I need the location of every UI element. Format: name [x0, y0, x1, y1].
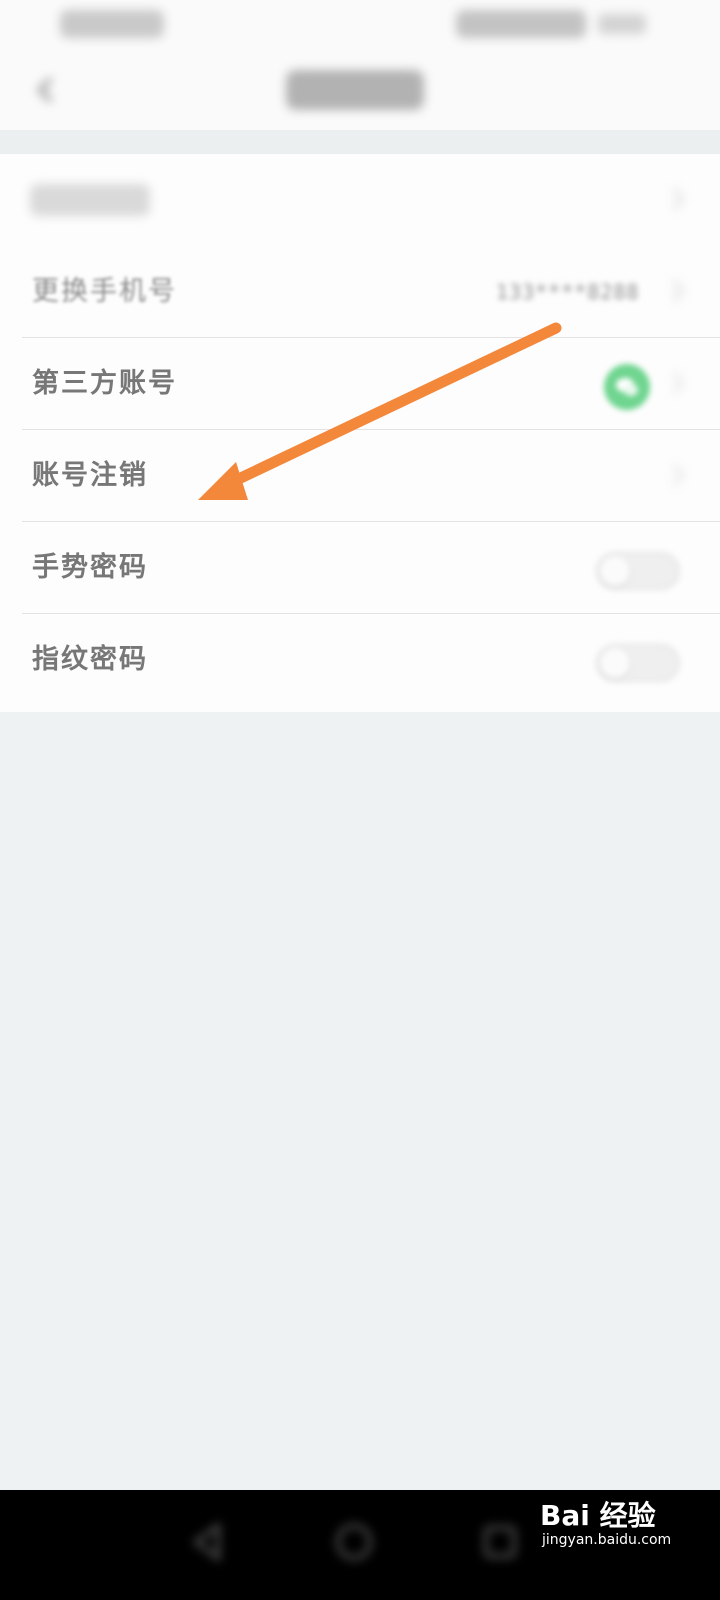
chevron-right-icon [673, 280, 684, 302]
row-account-cancellation[interactable]: 账号注销 [0, 430, 720, 522]
row-label: 手势密码 [32, 552, 148, 583]
row-label: 更换手机号 [32, 276, 177, 307]
page-title [286, 70, 424, 110]
row-third-party-account[interactable]: 第三方账号 [0, 338, 720, 430]
app-header [0, 52, 720, 130]
signal-icons [60, 10, 164, 38]
gesture-password-toggle[interactable] [596, 552, 680, 590]
toggle-knob [600, 556, 630, 586]
row-change-password[interactable] [0, 154, 720, 246]
system-icons [456, 10, 586, 38]
baidu-jingyan-watermark: Bai 经验 jingyan.baidu.com [540, 1492, 710, 1552]
fingerprint-password-toggle[interactable] [596, 644, 680, 682]
toggle-knob [600, 648, 630, 678]
back-button[interactable] [26, 68, 66, 112]
row-gesture-password: 手势密码 [0, 522, 720, 614]
back-nav-icon[interactable] [180, 1514, 236, 1570]
clock [598, 14, 646, 34]
chevron-right-icon [673, 464, 684, 486]
row-label: 指纹密码 [32, 644, 148, 675]
section-gap [0, 130, 720, 154]
home-nav-icon[interactable] [326, 1514, 382, 1570]
chevron-left-icon [37, 77, 53, 103]
row-label: 第三方账号 [32, 368, 177, 399]
row-change-phone[interactable]: 更换手机号 133****8288 [0, 246, 720, 338]
phone-number: 133****8288 [496, 280, 640, 304]
row-label-blurred [30, 184, 150, 216]
chevron-right-icon [673, 188, 684, 210]
watermark-brand: Bai 经验 [540, 1499, 656, 1532]
settings-list: 更换手机号 133****8288 第三方账号 账号注销 手势密码 指纹密码 [0, 154, 720, 712]
recents-nav-icon[interactable] [472, 1514, 528, 1570]
status-bar [0, 0, 720, 52]
watermark-url: jingyan.baidu.com [542, 1532, 672, 1548]
chevron-right-icon [673, 372, 684, 394]
row-label: 账号注销 [32, 460, 148, 491]
row-fingerprint-password: 指纹密码 [0, 614, 720, 706]
wechat-icon [604, 364, 650, 410]
